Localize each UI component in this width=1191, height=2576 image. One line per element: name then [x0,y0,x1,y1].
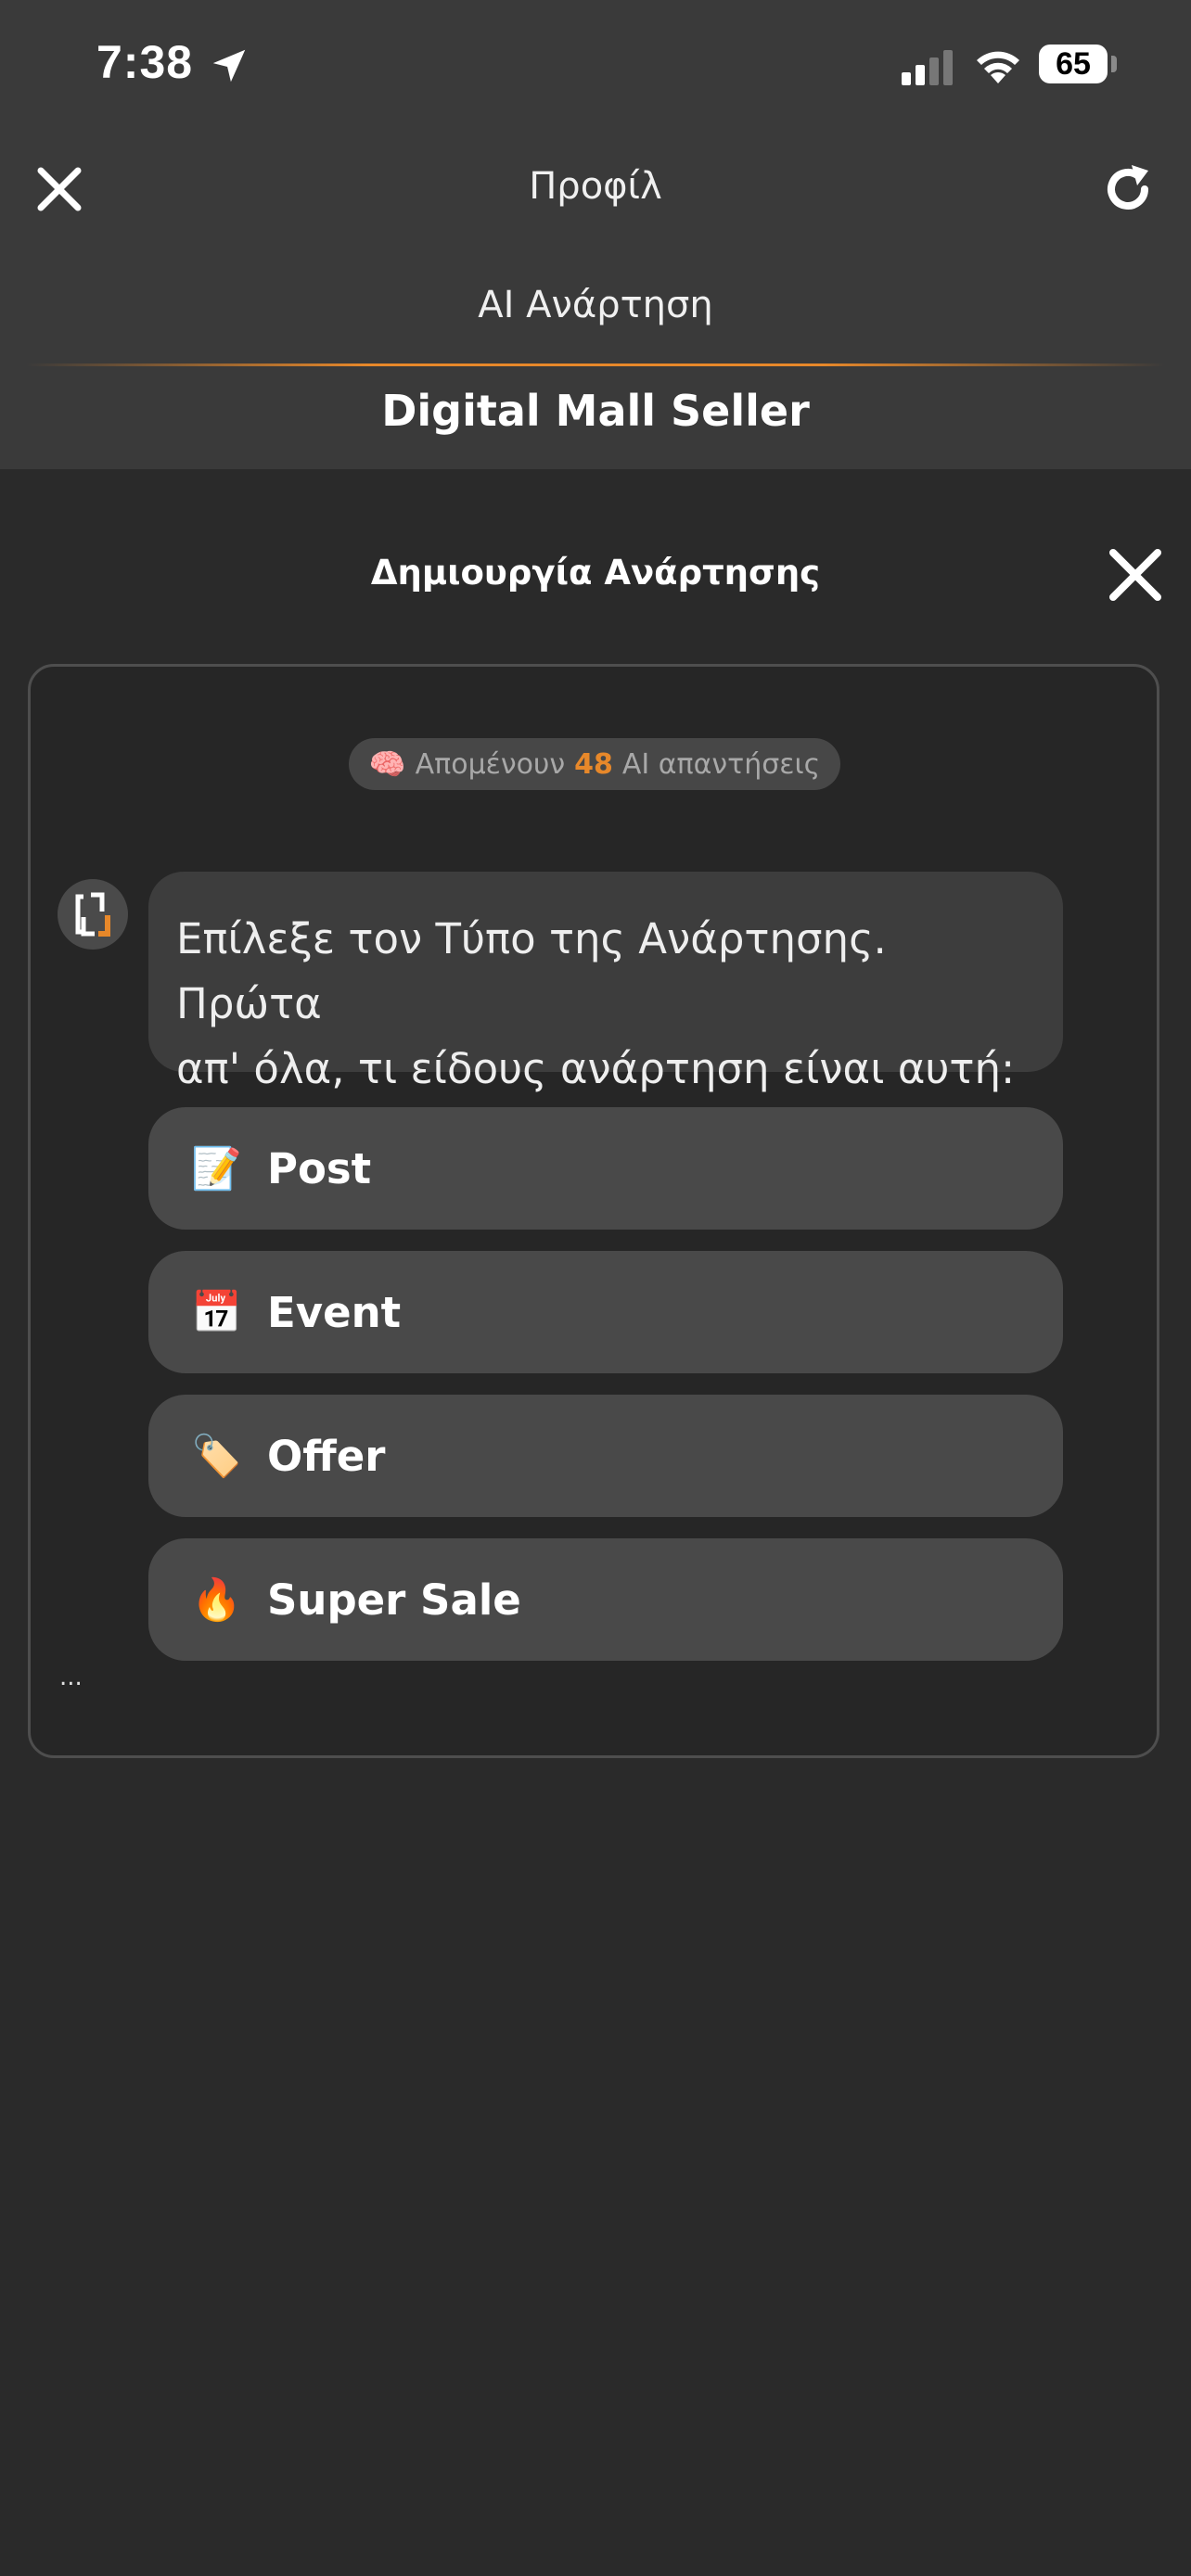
option-label: Offer [267,1431,386,1481]
message-line-1: Επίλεξε τον Τύπο της Ανάρτησης. Πρώτα [176,914,887,1028]
fire-icon: 🔥 [191,1576,242,1624]
app-logo-icon [75,892,110,937]
close-modal-icon[interactable] [1106,545,1165,605]
option-offer-button[interactable]: 🏷️ Offer [148,1395,1063,1517]
brain-icon: 🧠 [368,746,406,782]
option-label: Post [267,1143,372,1193]
refresh-icon[interactable] [1098,159,1158,219]
assistant-avatar [58,879,128,950]
battery-icon: 65 [1039,45,1108,83]
header-divider [26,363,1165,366]
ai-credits-prefix: Απομένουν [415,747,566,781]
seller-name: Digital Mall Seller [381,386,810,436]
ai-credits-badge: 🧠 Απομένουν 48 AI απαντήσεις [349,738,840,790]
status-bar: 7:38 65 [0,0,1191,130]
option-post-button[interactable]: 📝 Post [148,1107,1063,1230]
typing-indicator: ... [59,1664,83,1691]
option-super-sale-button[interactable]: 🔥 Super Sale [148,1538,1063,1661]
assistant-message: Επίλεξε τον Τύπο της Ανάρτησης. Πρώτα απ… [148,872,1063,1093]
ai-credits-count: 48 [574,747,613,781]
cellular-signal-icon [902,50,953,85]
location-arrow-icon [212,49,246,83]
option-label: Event [267,1287,402,1337]
wifi-icon [977,51,1019,83]
battery-nub [1111,56,1117,72]
top-header: 7:38 65 Προφίλ AI Ανάρτηση Digital Mall … [0,0,1191,469]
memo-icon: 📝 [191,1145,242,1192]
page-title: Προφίλ [529,165,662,208]
tag-icon: 🏷️ [191,1433,242,1480]
option-label: Super Sale [267,1575,521,1625]
option-event-button[interactable]: 📅 Event [148,1251,1063,1373]
status-time: 7:38 [96,36,194,88]
modal-title: Δημιουργία Ανάρτησης [370,553,821,593]
ai-credits-suffix: AI απαντήσεις [621,747,821,781]
message-line-2: απ' όλα, τι είδους ανάρτηση είναι αυτή: [176,1044,1016,1093]
calendar-icon: 📅 [191,1289,242,1336]
page-subtitle: AI Ανάρτηση [478,284,713,326]
